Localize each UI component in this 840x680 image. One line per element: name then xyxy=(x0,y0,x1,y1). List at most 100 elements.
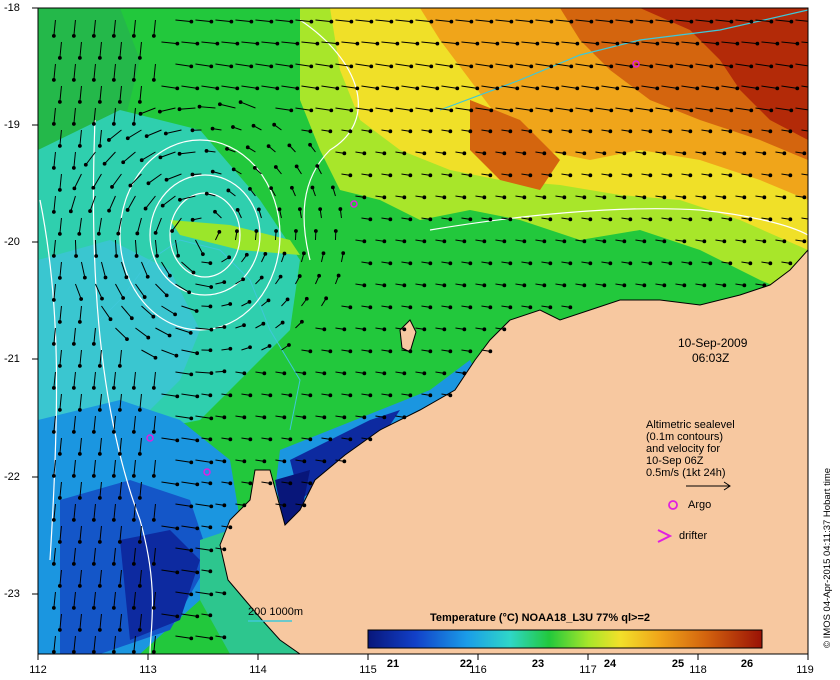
velocity-arrow-head xyxy=(175,41,180,46)
velocity-arrow-head xyxy=(368,173,373,178)
velocity-arrow-head xyxy=(742,283,747,288)
velocity-arrow-head xyxy=(810,65,813,68)
velocity-arrow-head xyxy=(107,208,111,213)
velocity-arrow-head xyxy=(675,86,680,91)
velocity-arrow-head xyxy=(595,86,600,91)
velocity-arrow-head xyxy=(117,452,122,456)
velocity-arrow-head xyxy=(635,86,640,91)
velocity-arrow-head xyxy=(77,56,82,60)
velocity-arrow-head xyxy=(615,86,620,91)
velocity-arrow-head xyxy=(274,229,278,233)
velocity-arrow-head xyxy=(569,108,574,113)
velocity-arrow-head xyxy=(301,251,306,256)
velocity-arrow-head xyxy=(51,606,56,610)
velocity-arrow-head xyxy=(138,111,143,116)
velocity-arrow-head xyxy=(409,108,414,113)
velocity-arrow-head xyxy=(242,323,246,328)
velocity-arrow-head xyxy=(110,185,114,189)
velocity-arrow-head xyxy=(488,217,493,222)
velocity-arrow-head xyxy=(449,19,454,24)
velocity-arrow-head xyxy=(266,144,271,149)
velocity-arrow-head xyxy=(229,19,234,24)
velocity-arrow-head xyxy=(209,592,214,597)
velocity-arrow-head xyxy=(235,41,240,46)
velocity-arrow-head xyxy=(415,86,420,91)
velocity-arrow-head xyxy=(702,283,707,288)
velocity-arrow-head xyxy=(502,283,507,288)
velocity-arrow-head xyxy=(709,108,714,113)
velocity-arrow-head xyxy=(342,371,347,376)
velocity-arrow-head xyxy=(389,19,394,24)
velocity-arrow-head xyxy=(160,203,165,208)
velocity-arrow-head xyxy=(175,526,180,531)
velocity-arrow-head xyxy=(256,207,261,212)
velocity-arrow-head xyxy=(468,129,473,134)
velocity-arrow-head xyxy=(208,569,213,574)
velocity-arrow-head xyxy=(562,239,567,244)
velocity-arrow-head xyxy=(789,108,794,113)
velocity-arrow-head xyxy=(688,173,693,178)
velocity-arrow-head xyxy=(228,525,233,530)
velocity-arrow-head xyxy=(608,261,613,266)
velocity-arrow-head xyxy=(315,86,320,91)
velocity-arrow-head xyxy=(164,177,169,182)
velocity-arrow-head xyxy=(255,41,260,46)
velocity-arrow-head xyxy=(51,650,56,654)
velocity-arrow-head xyxy=(469,108,474,113)
velocity-arrow-head xyxy=(388,261,393,266)
velocity-arrow-head xyxy=(97,408,102,412)
velocity-arrow-head xyxy=(422,239,427,244)
velocity-arrow-head xyxy=(469,64,474,69)
velocity-arrow-head xyxy=(329,108,334,113)
lat-label: -19 xyxy=(4,119,20,131)
velocity-arrow-head xyxy=(602,283,607,288)
velocity-arrow-head xyxy=(509,108,514,113)
velocity-arrow-head xyxy=(408,217,413,222)
velocity-arrow-head xyxy=(722,151,727,156)
velocity-arrow-head xyxy=(695,41,700,46)
velocity-arrow-head xyxy=(428,305,433,310)
velocity-arrow-head xyxy=(51,474,56,478)
velocity-arrow-head xyxy=(549,19,554,24)
velocity-arrow-head xyxy=(175,614,180,619)
lon-label: 119 xyxy=(796,664,814,676)
velocity-arrow-head xyxy=(428,261,433,266)
velocity-arrow-head xyxy=(51,342,56,346)
velocity-arrow-head xyxy=(388,349,393,354)
velocity-arrow-head xyxy=(208,348,213,353)
velocity-arrow-head xyxy=(442,327,447,332)
velocity-arrow-head xyxy=(468,349,473,354)
velocity-arrow-head xyxy=(402,239,407,244)
velocity-arrow-head xyxy=(269,186,273,191)
velocity-arrow-head xyxy=(97,100,102,104)
velocity-arrow-head xyxy=(662,195,667,200)
velocity-arrow-head xyxy=(809,174,812,177)
velocity-arrow-head xyxy=(588,261,593,266)
velocity-arrow-head xyxy=(428,173,433,178)
velocity-arrow-head xyxy=(742,239,747,244)
velocity-arrow-head xyxy=(77,584,82,588)
velocity-arrow-head xyxy=(338,207,343,211)
velocity-arrow-head xyxy=(608,129,613,134)
velocity-arrow-head xyxy=(248,437,253,442)
velocity-arrow-head xyxy=(125,337,129,341)
velocity-arrow-head xyxy=(689,108,694,113)
velocity-arrow-head xyxy=(294,164,299,169)
lat-label: -20 xyxy=(4,236,20,248)
lat-label: -23 xyxy=(4,588,20,600)
velocity-arrow-head xyxy=(482,151,487,156)
velocity-arrow-head xyxy=(227,255,232,260)
velocity-arrow-head xyxy=(602,239,607,244)
velocity-arrow-head xyxy=(482,327,487,332)
velocity-arrow-head xyxy=(131,606,136,610)
date-label: 10-Sep-2009 xyxy=(678,336,748,350)
velocity-arrow-head xyxy=(57,56,62,60)
velocity-arrow-head xyxy=(562,195,567,200)
velocity-arrow-head xyxy=(229,64,234,69)
velocity-arrow-head xyxy=(382,283,387,288)
velocity-arrow-head xyxy=(190,128,195,133)
velocity-arrow-head xyxy=(111,78,116,82)
velocity-arrow-head xyxy=(151,430,156,434)
velocity-arrow-head xyxy=(442,283,447,288)
velocity-arrow-head xyxy=(388,129,393,134)
